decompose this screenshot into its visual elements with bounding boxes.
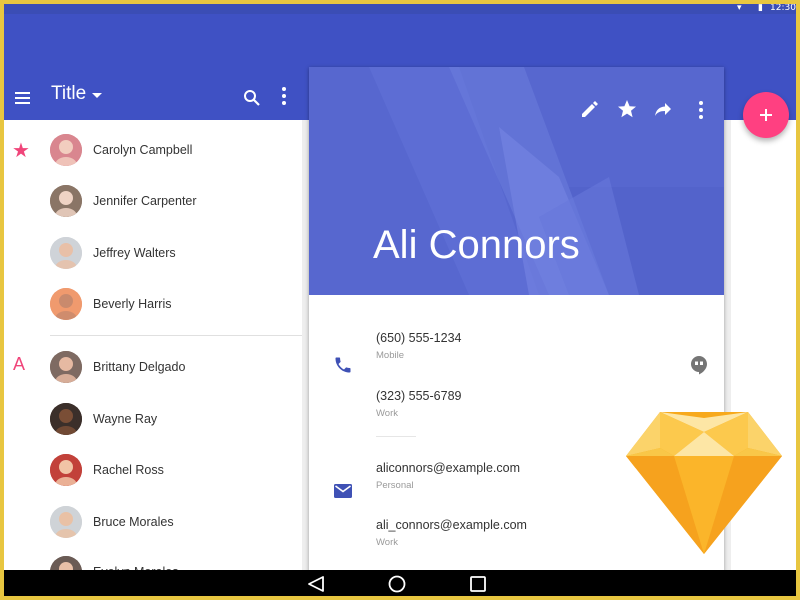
phone-row-mobile[interactable]: (650) 555-1234 Mobile: [376, 329, 461, 363]
title-label: Title: [51, 83, 87, 104]
star-icon[interactable]: [615, 97, 639, 121]
status-bar: ▾ ▮ 12:30: [4, 4, 796, 14]
contact-name: Beverly Harris: [93, 297, 172, 311]
contact-name: Jeffrey Walters: [93, 246, 176, 260]
section-divider: [376, 436, 416, 437]
avatar: [50, 134, 82, 166]
email-address: aliconnors@example.com: [376, 461, 521, 475]
contact-name: Bruce Morales: [93, 515, 174, 529]
email-label: Work: [376, 537, 398, 548]
phone-number: (650) 555-1234: [376, 331, 462, 345]
contact-list-item[interactable]: Wayne Ray: [4, 395, 302, 443]
contact-list-item[interactable]: Bruce Morales: [4, 498, 302, 546]
more-vert-icon[interactable]: [689, 97, 713, 121]
back-icon[interactable]: [306, 575, 326, 593]
contact-name: Jennifer Carpenter: [93, 194, 197, 208]
contact-list-item[interactable]: Beverly Harris: [4, 280, 302, 328]
contact-name: Evelyn Morales: [93, 548, 178, 570]
chevron-down-icon: [92, 93, 103, 98]
avatar: [50, 185, 82, 217]
contact-list-item[interactable]: Evelyn Morales: [4, 548, 302, 570]
search-icon[interactable]: [240, 86, 264, 110]
contact-name: Rachel Ross: [93, 463, 164, 477]
list-divider: [50, 335, 302, 336]
title-dropdown[interactable]: Title: [51, 80, 103, 108]
recents-icon[interactable]: [468, 575, 488, 593]
contact-name: Ali Connors: [373, 223, 580, 267]
contact-list-item[interactable]: Carolyn Campbell: [4, 126, 302, 174]
system-nav-bar: [4, 570, 796, 596]
battery-icon: ▮: [758, 4, 763, 13]
phone-number: (323) 555-6789: [376, 389, 462, 403]
menu-icon[interactable]: [12, 86, 36, 110]
card-header: Ali Connors: [309, 67, 724, 295]
sketch-logo: [626, 412, 782, 554]
status-time: 12:30: [770, 4, 796, 13]
contact-name: Wayne Ray: [93, 412, 158, 426]
avatar: [50, 288, 82, 320]
contact-list-item[interactable]: Jeffrey Walters: [4, 229, 302, 277]
share-icon[interactable]: [651, 97, 675, 121]
add-contact-button[interactable]: [743, 92, 789, 138]
phone-label: Mobile: [376, 350, 404, 361]
email-label: Personal: [376, 480, 414, 491]
hangouts-icon[interactable]: [690, 355, 708, 380]
contact-list-item[interactable]: Brittany Delgado: [4, 343, 302, 391]
avatar: [50, 454, 82, 486]
avatar: [50, 351, 82, 383]
email-address: ali_connors@example.com: [376, 518, 527, 532]
contact-name: Brittany Delgado: [93, 360, 186, 374]
contact-list-item[interactable]: Jennifer Carpenter: [4, 177, 302, 225]
avatar: [50, 556, 82, 570]
phone-icon: [333, 355, 353, 380]
contact-list-item[interactable]: Rachel Ross: [4, 446, 302, 494]
email-row-personal[interactable]: aliconnors@example.com Personal: [376, 459, 520, 493]
tablet-screen: ▾ ▮ 12:30 Title ★ A Carolyn Campbell Jenn…: [4, 4, 796, 596]
more-vert-icon[interactable]: [272, 84, 296, 108]
contact-list: ★ A Carolyn Campbell Jennifer Carpenter Je…: [4, 120, 302, 570]
avatar: [50, 403, 82, 435]
email-row-work[interactable]: ali_connors@example.com Work: [376, 516, 527, 550]
pencil-icon[interactable]: [577, 97, 601, 121]
home-icon[interactable]: [387, 575, 407, 593]
avatar: [50, 506, 82, 538]
email-icon: [334, 483, 352, 504]
contact-name: Carolyn Campbell: [93, 143, 193, 157]
phone-label: Work: [376, 408, 398, 419]
phone-row-work[interactable]: (323) 555-6789 Work: [376, 387, 461, 421]
avatar: [50, 237, 82, 269]
wifi-icon: ▾: [737, 4, 742, 13]
